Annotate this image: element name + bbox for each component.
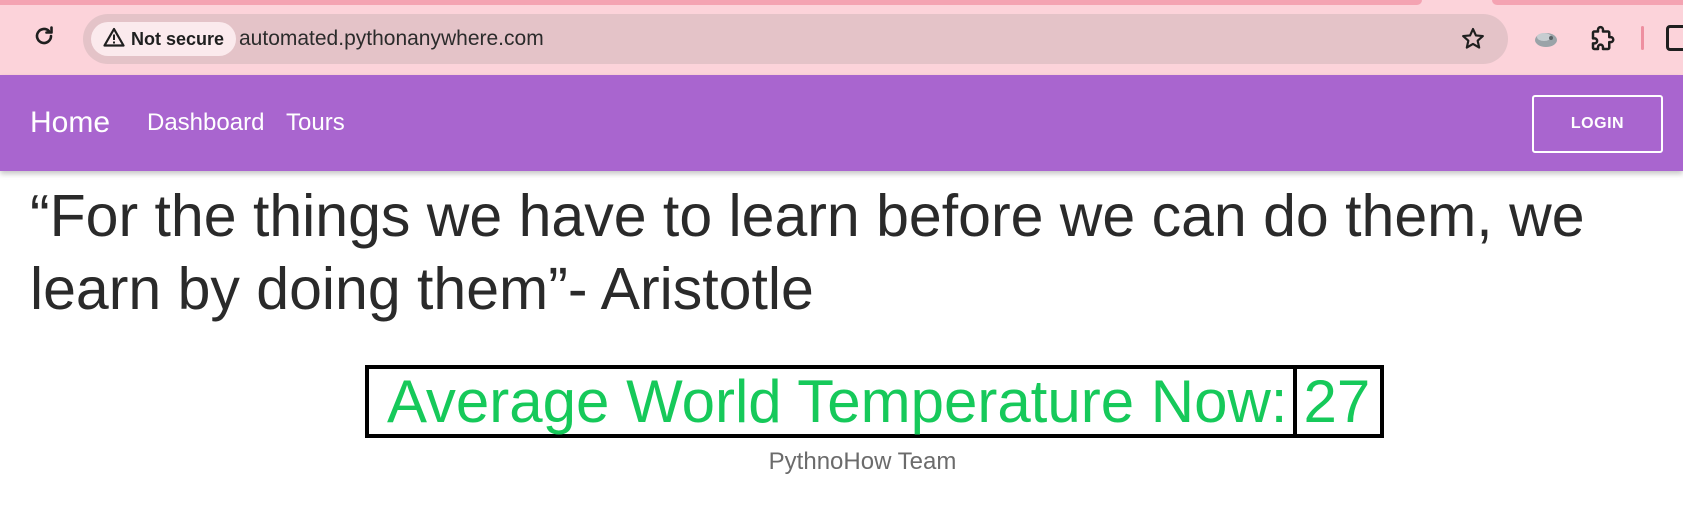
browser-toolbar: Not secure automated.pythonanywhere.com [0, 0, 1683, 75]
nav-link-dashboard[interactable]: Dashboard [147, 75, 264, 171]
nav-link-tours[interactable]: Tours [286, 75, 345, 171]
quote-text: “For the things we have to learn before … [30, 183, 1585, 322]
reload-button[interactable] [28, 22, 60, 54]
security-chip[interactable]: Not secure [91, 22, 237, 56]
tab-strip [0, 0, 1422, 5]
url-text[interactable]: automated.pythonanywhere.com [239, 14, 544, 64]
temperature-box: Average World Temperature Now: 27 [365, 365, 1385, 438]
security-label: Not secure [131, 28, 225, 49]
side-panel-icon[interactable] [1666, 25, 1683, 51]
nav-brand-home[interactable]: Home [30, 75, 110, 171]
address-bar[interactable]: Not secure automated.pythonanywhere.com [83, 14, 1508, 64]
temperature-label: Average World Temperature Now: [387, 368, 1288, 435]
puzzle-icon[interactable] [1588, 24, 1618, 54]
warning-icon [103, 27, 125, 52]
navbar: Home Dashboard Tours LOGIN [0, 75, 1683, 171]
toolbar-divider [1641, 26, 1644, 50]
team-credit: PythnoHow Team [768, 448, 957, 475]
reload-icon [32, 24, 56, 53]
star-icon[interactable] [1460, 26, 1486, 52]
tab-strip [1492, 0, 1683, 5]
extension-blob-icon[interactable] [1532, 26, 1560, 52]
temperature-value: 27 [1293, 369, 1380, 434]
login-button[interactable]: LOGIN [1532, 95, 1663, 153]
